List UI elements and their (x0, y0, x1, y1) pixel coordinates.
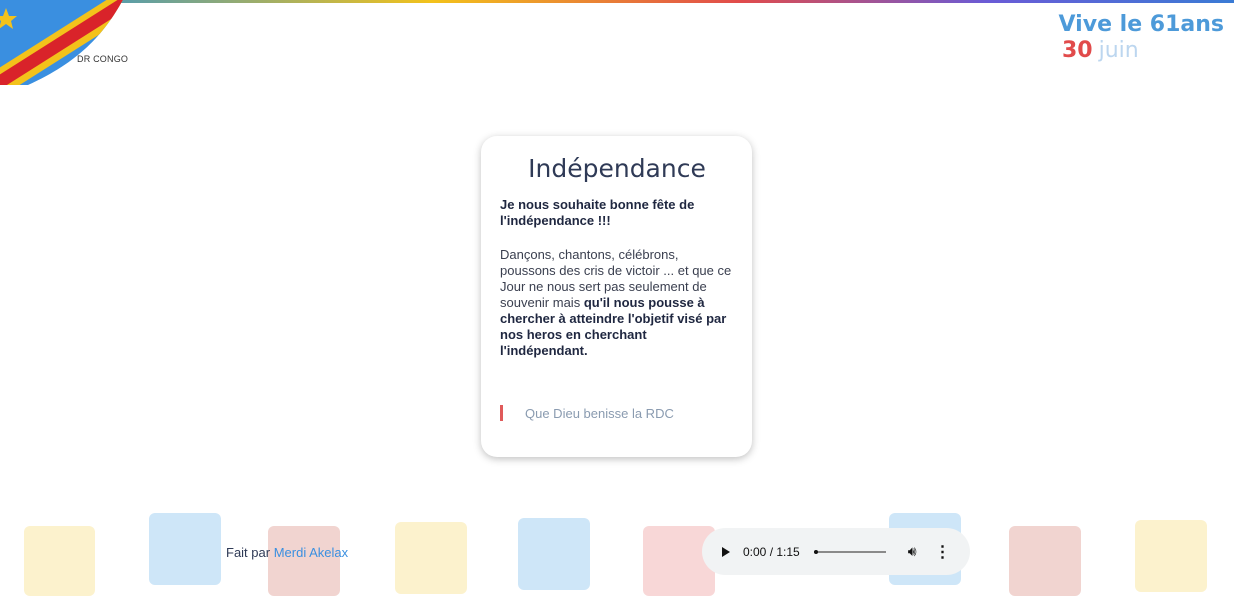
flag-thumbnail-icon (24, 526, 95, 596)
top-gradient-bar (0, 0, 1234, 3)
vive-heading: Vive le 61ans (1058, 12, 1224, 37)
date-month: juin (1098, 38, 1139, 63)
play-icon[interactable] (722, 546, 730, 557)
credit-line: Fait par Merdi Akelax (226, 545, 348, 560)
quote-accent-bar (500, 405, 503, 421)
author-link[interactable]: Merdi Akelax (274, 545, 348, 560)
more-vertical-icon[interactable]: ⋮ (935, 542, 951, 562)
seek-bar[interactable] (813, 549, 886, 554)
headline-block: Vive le 61ans 30 juin (1044, 12, 1224, 64)
volume-icon[interactable]: 🔊︎ (908, 543, 917, 560)
portrait-thumbnail-icon (395, 522, 467, 594)
portrait-thumbnail-icon (518, 518, 590, 590)
card-quote: Que Dieu benisse la RDC (500, 405, 674, 421)
footer-background-images (0, 508, 1234, 596)
portrait-thumbnail-icon (1135, 520, 1207, 592)
credit-prefix: Fait par (226, 545, 271, 560)
date-line: 30 juin (1062, 38, 1224, 64)
card-title: Indépendance (528, 154, 706, 183)
card-body: Dançons, chantons, célébrons, poussons d… (500, 247, 734, 359)
portrait-thumbnail-icon (1009, 526, 1081, 596)
independence-card: Indépendance Je nous souhaite bonne fête… (481, 136, 752, 457)
country-label: DR CONGO (77, 54, 129, 64)
drc-flag-image (0, 0, 128, 85)
card-greeting: Je nous souhaite bonne fête de l'indépen… (500, 197, 695, 228)
quote-text: Que Dieu benisse la RDC (525, 405, 674, 421)
audio-time: 0:00 / 1:15 (743, 544, 800, 559)
audio-player: 0:00 / 1:15 🔊︎ ⋮ (702, 528, 970, 575)
date-day: 30 (1062, 38, 1093, 63)
logo-thumbnail-icon (149, 513, 221, 585)
portrait-thumbnail-icon (268, 526, 340, 596)
